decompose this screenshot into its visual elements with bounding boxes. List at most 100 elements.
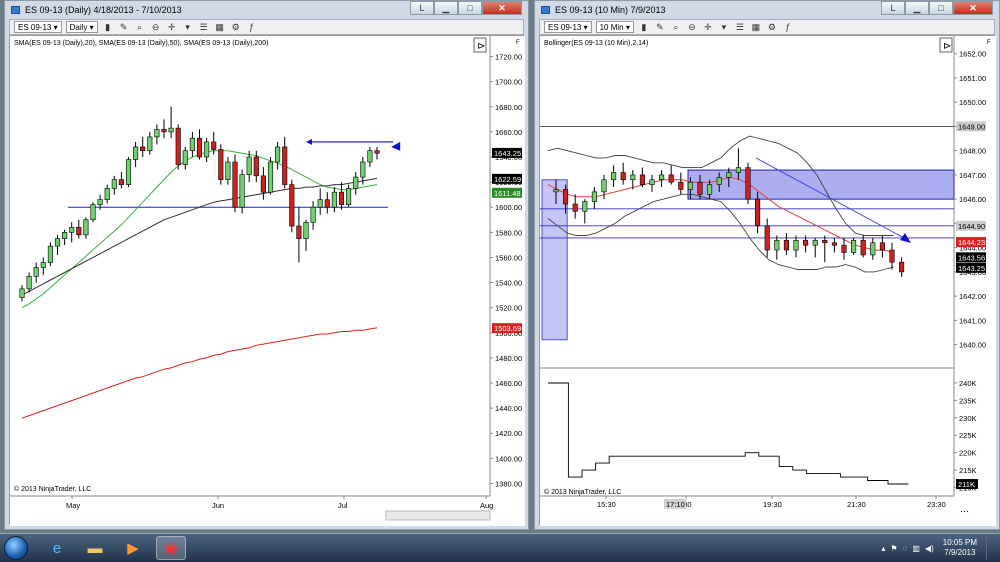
left-price-tick-label: 1560.00	[495, 253, 522, 262]
intraday-candle	[774, 240, 780, 251]
properties-icon[interactable]: ☰	[734, 21, 746, 33]
maximize-button[interactable]: □	[458, 1, 482, 15]
taskbar-clock[interactable]: 10:05 PM 7/9/2013	[943, 538, 977, 558]
close-button[interactable]: ✕	[953, 1, 993, 15]
pencil-icon[interactable]: ✎	[654, 21, 666, 33]
indicator-icon[interactable]: ƒ	[246, 21, 258, 33]
left-price-tick-label: 1420.00	[495, 429, 522, 438]
period-selector[interactable]: Daily ▾	[65, 21, 98, 33]
right-price-marker: 1649.00	[958, 122, 985, 131]
left-window-controls: L ▁ □ ✕	[410, 1, 522, 17]
right-price-tick-label: 1652.00	[959, 50, 986, 59]
daily-candle	[161, 129, 167, 133]
tray-app-icon[interactable]: ◌	[903, 544, 908, 553]
zoom-icon[interactable]: ⌕	[670, 21, 682, 33]
period-selector[interactable]: 10 Min ▾	[595, 21, 634, 33]
show-desktop-button[interactable]	[986, 536, 996, 560]
right-panel-f-label: F	[987, 40, 991, 46]
left-price-tick-label: 1660.00	[495, 128, 522, 137]
daily-candle	[26, 275, 32, 290]
left-price-chart[interactable]: SMA(ES 09-13 (Daily),20), SMA(ES 09-13 (…	[10, 36, 525, 526]
properties-icon[interactable]: ☰	[198, 21, 210, 33]
tray-network-icon[interactable]: ▥	[912, 544, 920, 553]
intraday-candle	[611, 172, 617, 181]
taskbar: e ▬ ▶ ◉ ▴ ⚑ ◌ ▥ ◀) 10:05 PM 7/9/2013	[0, 533, 1000, 562]
strategy-icon[interactable]: ⚙	[230, 21, 242, 33]
left-chart-panel[interactable]: SMA(ES 09-13 (Daily),20), SMA(ES 09-13 (…	[9, 35, 525, 526]
daily-candle	[211, 141, 217, 150]
instrument-selector[interactable]: ES 09-13 ▾	[544, 21, 592, 33]
file-explorer-icon[interactable]: ▬	[80, 536, 110, 560]
pencil-icon[interactable]: ✎	[118, 21, 130, 33]
bar-chart-icon[interactable]: ▮	[638, 21, 650, 33]
right-toolbar: ES 09-13 ▾ 10 Min ▾ ▮ ✎ ⌕ ⊖ ✛ ▾ ☰ ▦ ⚙ ƒ	[539, 19, 995, 35]
daily-candle	[232, 161, 238, 208]
link-button[interactable]: L	[881, 1, 905, 15]
daily-candle	[147, 136, 153, 152]
daily-candle	[76, 227, 82, 236]
maximize-button[interactable]: □	[929, 1, 953, 15]
right-price-tick-label: 1642.00	[959, 292, 986, 301]
right-price-tick-label: 1651.00	[959, 74, 986, 83]
strategy-icon[interactable]: ⚙	[766, 21, 778, 33]
right-price-tick-label: 1647.00	[959, 171, 986, 180]
daily-candle	[367, 150, 373, 163]
price-marker-last: 1643.25	[494, 149, 521, 158]
intraday-candle	[659, 174, 665, 181]
grid-icon[interactable]: ▦	[750, 21, 762, 33]
left-window-title: ES 09-13 (Daily) 4/18/2013 - 7/10/2013	[25, 5, 182, 15]
minimize-button[interactable]: ▁	[434, 1, 458, 15]
instrument-selector[interactable]: ES 09-13 ▾	[14, 21, 62, 33]
arrow-down-icon[interactable]: ▾	[182, 21, 194, 33]
left-scroll-end-icon: ⊳	[477, 41, 485, 52]
left-time-tick-label: Aug	[480, 501, 493, 510]
daily-candle	[346, 188, 352, 206]
daily-candle	[140, 146, 146, 152]
daily-candle	[97, 199, 103, 206]
arrow-down-icon[interactable]: ▾	[718, 21, 730, 33]
left-time-tick-label: May	[66, 501, 80, 510]
daily-candle	[204, 141, 210, 158]
daily-candle	[69, 227, 75, 233]
left-price-tick-label: 1400.00	[495, 454, 522, 463]
tray-flag-icon[interactable]: ⚑	[890, 544, 897, 553]
left-plot-bg	[10, 36, 525, 526]
tray-up-arrow-icon[interactable]: ▴	[881, 544, 885, 553]
ninjatrader-icon[interactable]: ◉	[156, 536, 186, 560]
daily-candle	[253, 156, 259, 177]
intraday-candle	[745, 167, 751, 200]
crosshair-icon[interactable]: ✛	[166, 21, 178, 33]
left-price-tick-label: 1460.00	[495, 379, 522, 388]
internet-explorer-icon[interactable]: e	[42, 536, 72, 560]
intraday-candle	[755, 198, 761, 227]
left-panel-f-label: F	[516, 40, 520, 46]
media-player-icon[interactable]: ▶	[118, 536, 148, 560]
intraday-candle	[553, 189, 559, 193]
intraday-candle	[860, 240, 866, 256]
intraday-candle	[697, 181, 703, 195]
price-marker-sma50: 1622.59	[494, 175, 521, 184]
magnify-minus-icon[interactable]: ⊖	[686, 21, 698, 33]
right-chart-panel[interactable]: Bollinger(ES 09-13 (10 Min),2,14) 1652.00…	[539, 35, 996, 526]
intraday-candle	[572, 203, 578, 212]
crosshair-icon[interactable]: ✛	[702, 21, 714, 33]
right-price-marker: 1643.25	[958, 264, 985, 273]
indicator-icon[interactable]: ƒ	[782, 21, 794, 33]
intraday-candle	[870, 242, 876, 256]
link-button[interactable]: L	[410, 1, 434, 15]
right-chart-window: ES 09-13 (10 Min) 7/9/2013 L ▁ □ ✕ ES 09…	[534, 0, 1000, 530]
intraday-candle	[831, 242, 837, 246]
magnify-minus-icon[interactable]: ⊖	[150, 21, 162, 33]
intraday-candle	[803, 240, 809, 246]
left-price-tick-label: 1580.00	[495, 228, 522, 237]
left-price-tick-label: 1520.00	[495, 304, 522, 313]
daily-candle	[182, 150, 188, 165]
grid-icon[interactable]: ▦	[214, 21, 226, 33]
right-price-chart[interactable]: Bollinger(ES 09-13 (10 Min),2,14) 1652.00…	[540, 36, 996, 526]
start-button[interactable]	[4, 536, 28, 560]
zoom-icon[interactable]: ⌕	[134, 21, 146, 33]
bar-chart-icon[interactable]: ▮	[102, 21, 114, 33]
tray-volume-icon[interactable]: ◀)	[925, 544, 934, 553]
close-button[interactable]: ✕	[482, 1, 522, 15]
minimize-button[interactable]: ▁	[905, 1, 929, 15]
